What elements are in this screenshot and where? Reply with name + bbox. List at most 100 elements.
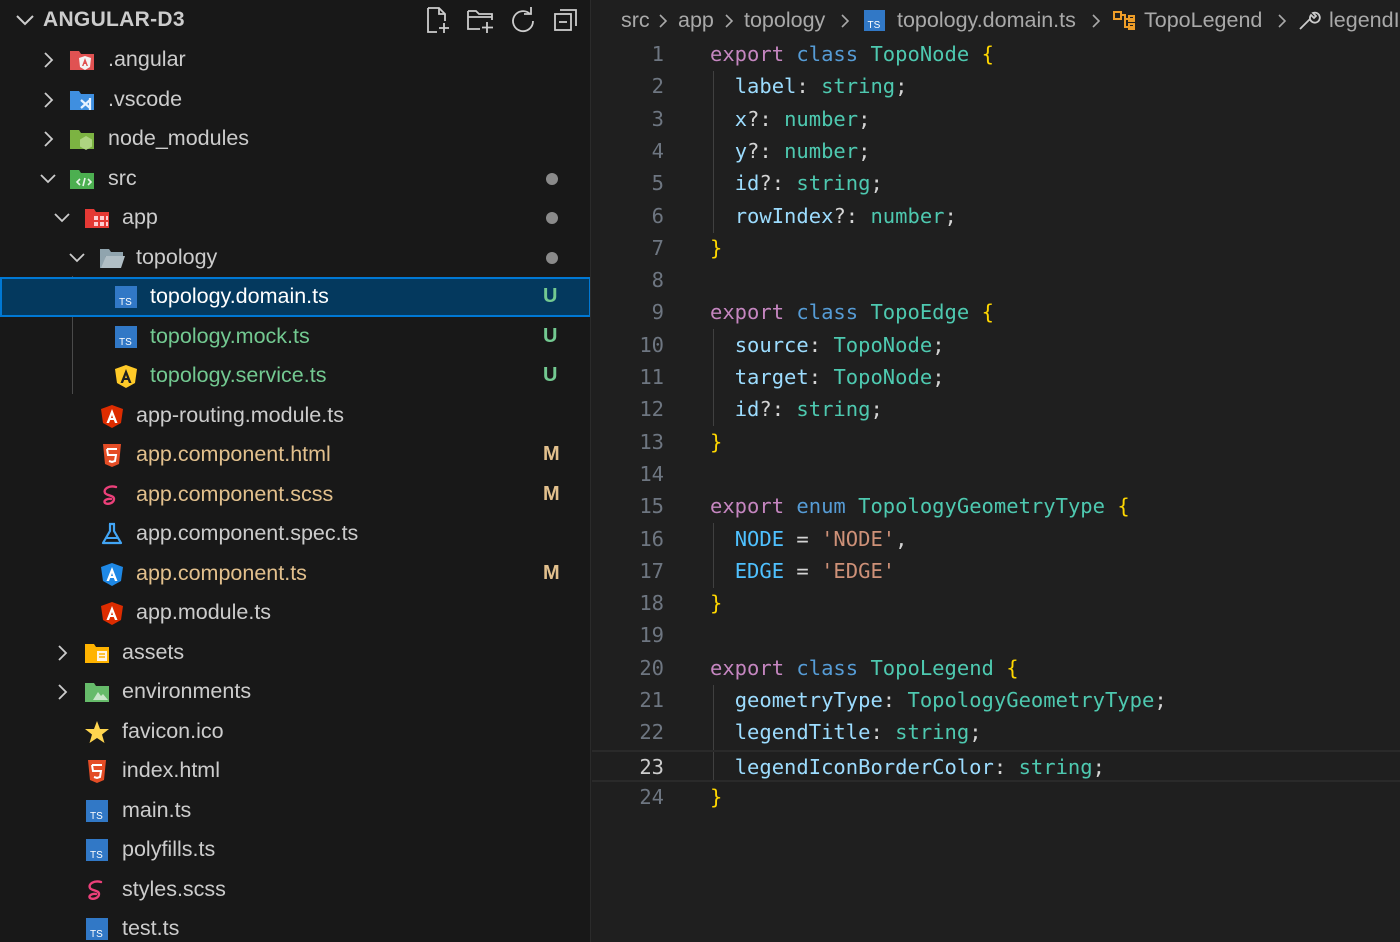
tree-item-app-component-ts[interactable]: app.component.ts M xyxy=(0,554,590,594)
tree-item-app-component-html[interactable]: app.component.html M xyxy=(0,435,590,475)
code-line[interactable]: 10 source: TopoNode; xyxy=(592,330,1400,362)
code-line[interactable]: 12 id?: string; xyxy=(592,394,1400,426)
tree-item-app-module[interactable]: app.module.ts xyxy=(0,593,590,633)
explorer-header[interactable]: ANGULAR-D3 xyxy=(0,0,590,40)
tree-item-topology-domain-ts[interactable]: TS topology.domain.ts U xyxy=(0,277,590,317)
breadcrumb-item[interactable]: topology.domain.ts xyxy=(897,8,1076,33)
code-line[interactable]: 5 id?: string; xyxy=(592,168,1400,200)
tree-item-angular-folder[interactable]: .angular xyxy=(0,40,590,80)
code-text[interactable]: } xyxy=(710,591,722,615)
code-line[interactable]: 4 y?: number; xyxy=(592,136,1400,168)
chevron-right-icon[interactable] xyxy=(38,89,58,111)
code-line[interactable]: 7} xyxy=(592,233,1400,265)
code-text[interactable]: } xyxy=(710,236,722,260)
code-text[interactable]: target: TopoNode; xyxy=(710,365,945,389)
chevron-right-icon[interactable] xyxy=(38,128,58,150)
code-text[interactable]: export class TopoNode { xyxy=(710,42,994,66)
code-text[interactable]: export enum TopologyGeometryType { xyxy=(710,494,1130,518)
tree-item-node-modules[interactable]: node_modules xyxy=(0,119,590,159)
tree-item-polyfills-ts[interactable]: TS polyfills.ts xyxy=(0,830,590,870)
code-line[interactable]: 22 legendTitle: string; xyxy=(592,717,1400,749)
svg-text:TS: TS xyxy=(119,337,132,348)
code-text[interactable]: id?: string; xyxy=(710,171,883,195)
code-line[interactable]: 17 EDGE = 'EDGE' xyxy=(592,556,1400,588)
chevron-down-icon[interactable] xyxy=(14,6,36,34)
breadcrumb-item[interactable]: TopoLegend xyxy=(1144,8,1262,33)
code-line[interactable]: 8 xyxy=(592,265,1400,297)
tree-item-assets[interactable]: assets xyxy=(0,633,590,673)
code-line[interactable]: 15 export enum TopologyGeometryType { xyxy=(592,491,1400,523)
new-file-icon[interactable] xyxy=(422,5,452,35)
tree-item-src[interactable]: src xyxy=(0,159,590,199)
code-text[interactable]: rowIndex?: number; xyxy=(710,204,957,228)
code-line[interactable]: 21 geometryType: TopologyGeometryType; xyxy=(592,685,1400,717)
code-text[interactable]: geometryType: TopologyGeometryType; xyxy=(710,688,1167,712)
tree-item-app-component-spec[interactable]: app.component.spec.ts xyxy=(0,514,590,554)
chevron-down-icon[interactable] xyxy=(38,168,58,190)
code-text[interactable]: export class TopoLegend { xyxy=(710,656,1019,680)
collapse-all-icon[interactable] xyxy=(551,5,581,35)
line-number: 15 xyxy=(639,494,664,519)
refresh-icon[interactable] xyxy=(508,5,538,35)
tree-item-label: app.component.ts xyxy=(136,560,307,585)
tree-item-test-ts[interactable]: TS test.ts xyxy=(0,909,590,942)
tree-item-favicon[interactable]: favicon.ico xyxy=(0,712,590,752)
code-line[interactable]: 20 export class TopoLegend { xyxy=(592,653,1400,685)
breadcrumb-item[interactable]: legendIconBorderColor xyxy=(1329,8,1400,33)
code-text[interactable]: label: string; xyxy=(710,74,908,98)
code-line[interactable]: 18} xyxy=(592,588,1400,620)
code-line[interactable]: 14 xyxy=(592,459,1400,491)
breadcrumb-item[interactable]: src xyxy=(621,8,650,33)
code-text[interactable]: } xyxy=(710,430,722,454)
code-line[interactable]: 19 xyxy=(592,620,1400,652)
breadcrumb-item[interactable]: topology xyxy=(744,8,825,33)
tree-item-index-html[interactable]: index.html xyxy=(0,751,590,791)
code-line[interactable]: 16 NODE = 'NODE', xyxy=(592,524,1400,556)
line-number: 17 xyxy=(639,558,664,583)
chevron-right-icon[interactable] xyxy=(52,681,72,703)
tree-item-topology-service-ts[interactable]: topology.service.ts U xyxy=(0,356,590,396)
tree-item-main-ts[interactable]: TS main.ts xyxy=(0,791,590,831)
tree-item-styles-scss[interactable]: styles.scss xyxy=(0,870,590,910)
line-number: 24 xyxy=(639,784,664,809)
tree-item-environments[interactable]: environments xyxy=(0,672,590,712)
code-text[interactable]: } xyxy=(710,785,722,809)
git-status-modified: M xyxy=(543,443,560,465)
chevron-right-icon[interactable] xyxy=(52,642,72,664)
code-line[interactable]: 11 target: TopoNode; xyxy=(592,362,1400,394)
tree-item-app[interactable]: app xyxy=(0,198,590,238)
code-text[interactable]: EDGE = 'EDGE' xyxy=(710,559,895,583)
code-text[interactable]: source: TopoNode; xyxy=(710,333,945,357)
code-text[interactable]: id?: string; xyxy=(710,397,883,421)
code-text[interactable]: x?: number; xyxy=(710,107,871,131)
new-folder-icon[interactable] xyxy=(465,5,495,35)
code-line[interactable]: 2 label: string; xyxy=(592,71,1400,103)
src-folder-icon xyxy=(70,169,94,189)
code-line[interactable]: 1 export class TopoNode { xyxy=(592,39,1400,71)
tree-item-label: node_modules xyxy=(108,126,250,150)
tree-item-app-routing-module[interactable]: app-routing.module.ts xyxy=(0,396,590,436)
code-text[interactable]: export class TopoEdge { xyxy=(710,300,994,324)
code-line[interactable]: 24} xyxy=(592,782,1400,814)
tree-item-topology[interactable]: topology xyxy=(0,238,590,278)
chevron-right-icon xyxy=(725,14,734,28)
tree-item-topology-mock-ts[interactable]: TS topology.mock.ts U xyxy=(0,317,590,357)
code-text[interactable]: y?: number; xyxy=(710,139,871,163)
breadcrumb-item[interactable]: app xyxy=(678,8,714,33)
code-line[interactable]: 13} xyxy=(592,427,1400,459)
code-line[interactable]: 23 legendIconBorderColor: string; xyxy=(592,749,1400,782)
chevron-down-icon[interactable] xyxy=(67,247,87,269)
code-editor[interactable]: src app topology TS topology.domain.ts T… xyxy=(592,0,1400,942)
code-text[interactable]: legendIconBorderColor: string; xyxy=(710,755,1105,779)
property-wrench-icon xyxy=(1299,11,1321,30)
tree-item-label: app.module.ts xyxy=(136,600,272,624)
code-line[interactable]: 3 x?: number; xyxy=(592,104,1400,136)
tree-item-vscode-folder[interactable]: .vscode xyxy=(0,80,590,120)
code-text[interactable]: legendTitle: string; xyxy=(710,720,982,744)
chevron-down-icon[interactable] xyxy=(52,207,72,229)
chevron-right-icon[interactable] xyxy=(38,49,58,71)
code-line[interactable]: 6 rowIndex?: number; xyxy=(592,201,1400,233)
code-text[interactable]: NODE = 'NODE', xyxy=(710,527,908,551)
code-line[interactable]: 9 export class TopoEdge { xyxy=(592,297,1400,329)
tree-item-app-component-scss[interactable]: app.component.scss M xyxy=(0,475,590,515)
